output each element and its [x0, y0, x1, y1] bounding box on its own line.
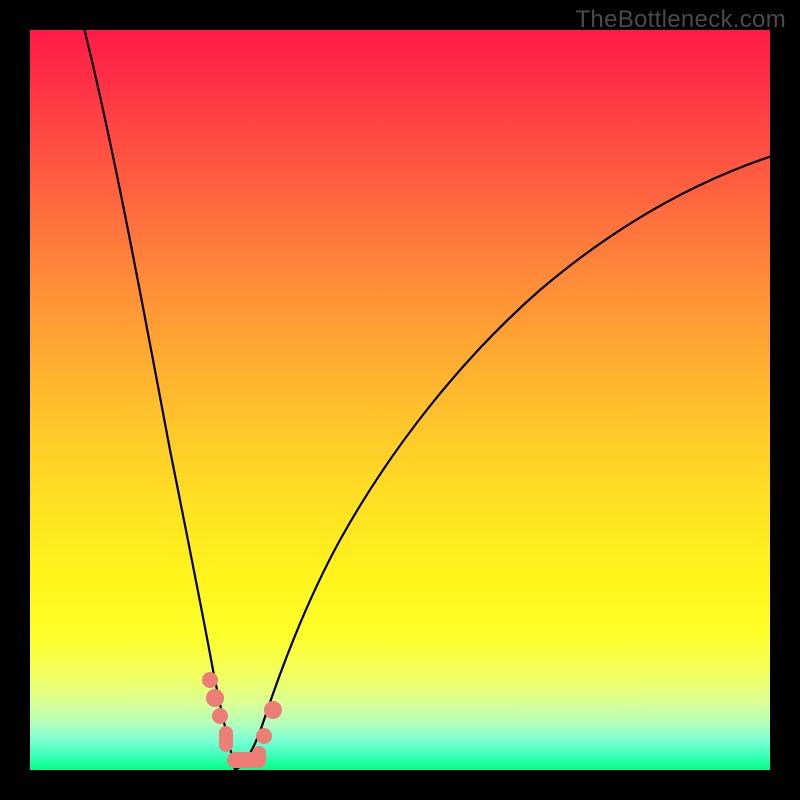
marker-dot	[264, 701, 282, 719]
watermark-text: TheBottleneck.com	[575, 6, 786, 34]
marker-dot	[212, 708, 228, 724]
marker-pill	[219, 726, 233, 752]
curve-left-branch	[82, 30, 235, 770]
chart-frame: TheBottleneck.com	[0, 0, 800, 800]
plot-area	[30, 30, 770, 770]
marker-pill	[252, 746, 266, 768]
curve-right-branch	[235, 156, 770, 770]
marker-dot	[256, 728, 272, 744]
marker-dot	[202, 672, 218, 688]
marker-dot	[206, 689, 224, 707]
curve-layer	[30, 30, 770, 770]
